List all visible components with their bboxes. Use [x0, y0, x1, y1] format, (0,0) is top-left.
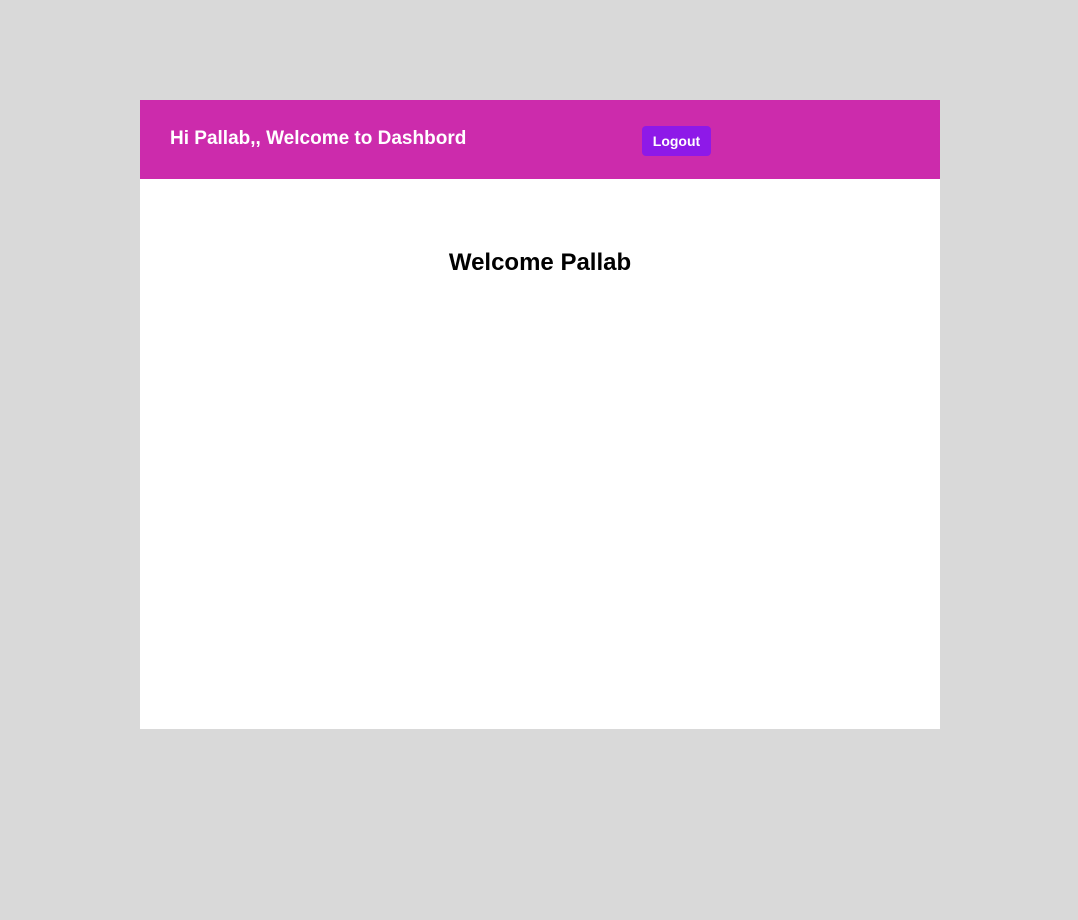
header-greeting: Hi Pallab,, Welcome to Dashbord: [170, 128, 467, 149]
page-background: { "header": { "greeting": "Hi Pallab,, W…: [0, 0, 1078, 920]
welcome-title: Welcome Pallab: [448, 249, 632, 276]
logout-button[interactable]: Logout: [642, 126, 711, 156]
dashboard-header: Hi Pallab,, Welcome to Dashbord Logout: [140, 100, 940, 179]
dashboard-card: Hi Pallab,, Welcome to Dashbord Logout W…: [140, 100, 940, 729]
